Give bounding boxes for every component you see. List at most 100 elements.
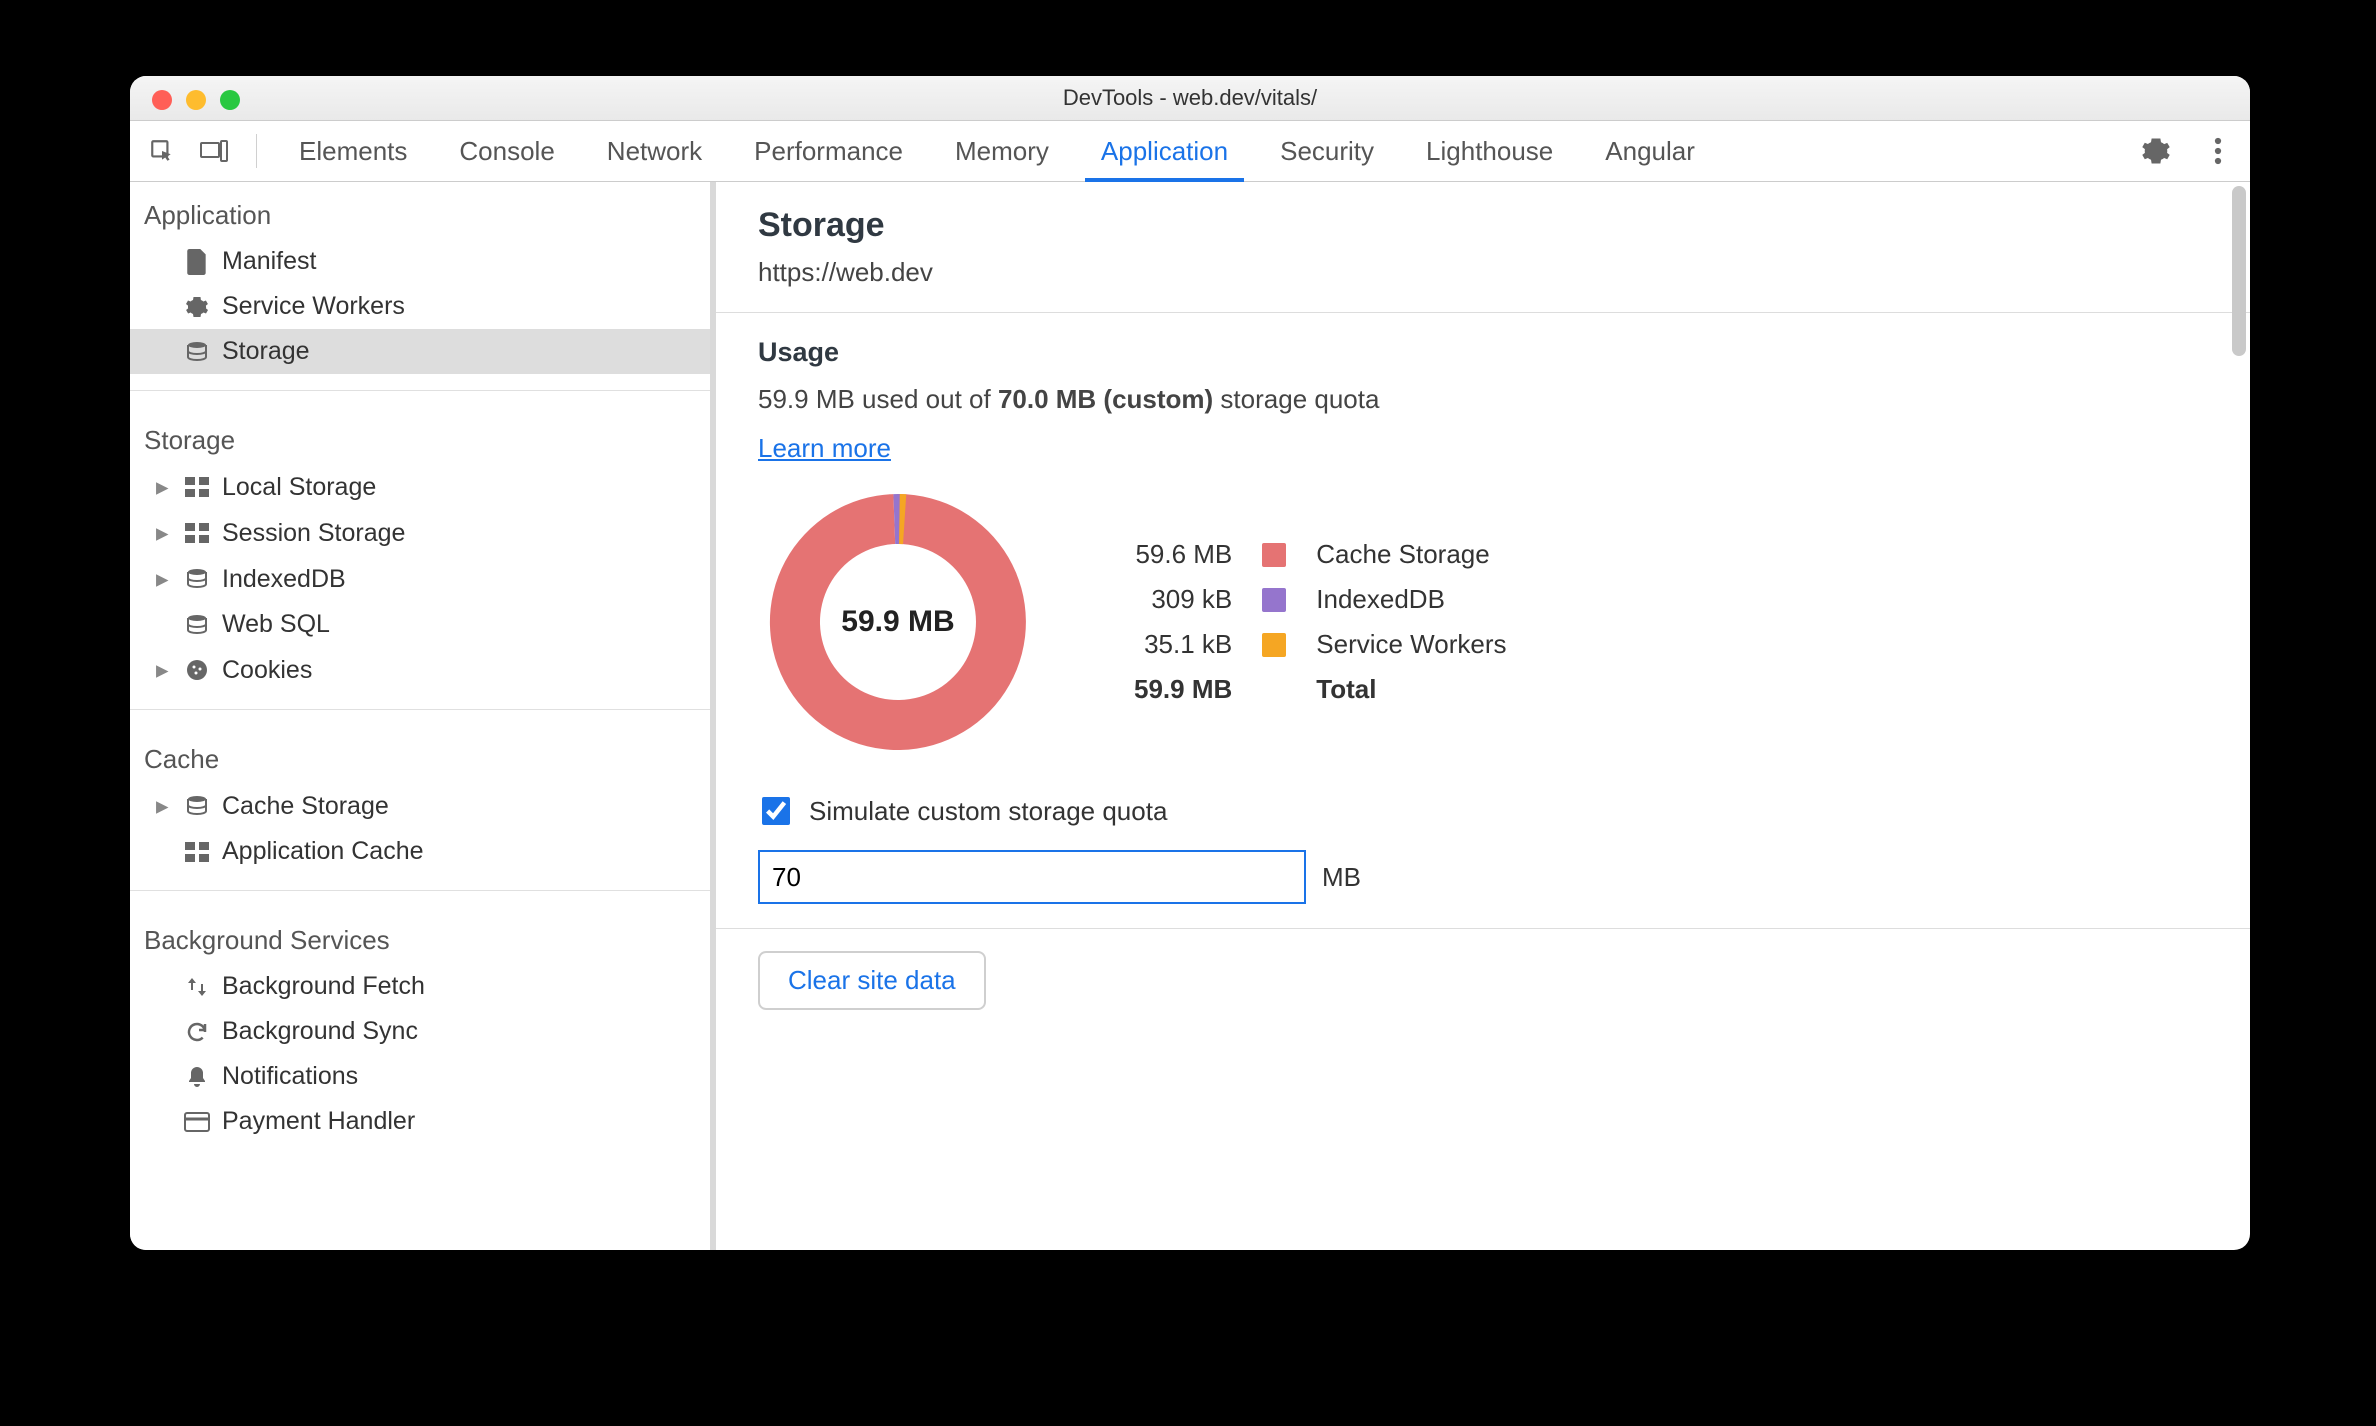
usage-donut-chart: 59.9 MB [758,482,1038,762]
usage-bold: 70.0 MB (custom) [998,384,1213,414]
usage-pre: 59.9 MB used out of [758,384,998,414]
simulate-quota-label: Simulate custom storage quota [809,796,1167,827]
minimize-window-button[interactable] [186,90,206,110]
tab-console[interactable]: Console [437,121,576,181]
learn-more-link[interactable]: Learn more [758,433,891,464]
sidebar-item-web-sql[interactable]: Web SQL [130,602,710,647]
sidebar-item-notifications[interactable]: Notifications [130,1054,710,1099]
legend-size: 59.6 MB [1120,533,1246,576]
expand-arrow-icon: ▸ [156,791,172,821]
devtools-window: DevTools - web.dev/vitals/ ElementsConso… [130,76,2250,1250]
sidebar-group-background-services: Background Services [130,907,710,964]
sidebar-item-label: Storage [222,337,310,366]
sidebar-item-storage[interactable]: Storage [130,329,710,374]
tab-elements[interactable]: Elements [277,121,429,181]
sidebar[interactable]: Application Manifest Service Workers Storag… [130,182,716,1250]
quota-unit: MB [1322,862,1361,893]
sidebar-group-application: Application [130,182,710,239]
tab-performance[interactable]: Performance [732,121,925,181]
sidebar-group-storage: Storage [130,407,710,464]
origin-url: https://web.dev [758,257,2208,288]
zoom-window-button[interactable] [220,90,240,110]
inspect-element-icon[interactable] [140,129,184,173]
panel-tabs: ElementsConsoleNetworkPerformanceMemoryA… [277,121,2126,181]
legend-label: Service Workers [1302,623,1520,666]
device-toolbar-icon[interactable] [192,129,236,173]
legend-row: 59.6 MB Cache Storage [1120,533,1521,576]
grid-icon [184,839,210,865]
sidebar-item-label: Local Storage [222,473,376,502]
window-title: DevTools - web.dev/vitals/ [1063,85,1317,111]
legend-label: IndexedDB [1302,578,1520,621]
usage-text: 59.9 MB used out of 70.0 MB (custom) sto… [758,384,2208,415]
sidebar-item-label: Session Storage [222,519,405,548]
settings-gear-icon[interactable] [2134,129,2178,173]
sidebar-item-label: Background Fetch [222,972,425,1001]
more-options-icon[interactable] [2196,129,2240,173]
donut-center-label: 59.9 MB [758,482,1038,762]
clear-site-data-button[interactable]: Clear site data [758,951,986,1010]
legend-row: 35.1 kBService Workers [1120,623,1521,666]
db-icon [184,566,210,592]
separator [256,134,257,168]
toolbar: ElementsConsoleNetworkPerformanceMemoryA… [130,121,2250,182]
sidebar-item-local-storage[interactable]: ▸ Local Storage [130,464,710,510]
simulate-quota-checkbox[interactable]: Simulate custom storage quota [758,794,2208,828]
sidebar-item-label: Application Cache [222,837,424,866]
close-window-button[interactable] [152,90,172,110]
main-panel: Storage https://web.dev Usage 59.9 MB us… [716,182,2250,1250]
legend-swatch [1248,578,1300,621]
sidebar-item-payment-handler[interactable]: Payment Handler [130,1099,710,1144]
usage-heading: Usage [758,337,2208,368]
db-icon [184,339,210,365]
sidebar-item-label: IndexedDB [222,565,346,594]
legend-row: 309 kB IndexedDB [1120,578,1521,621]
tab-memory[interactable]: Memory [933,121,1071,181]
sidebar-item-label: Web SQL [222,610,330,639]
cookie-icon [184,657,210,683]
sidebar-item-cache-storage[interactable]: ▸Cache Storage [130,783,710,829]
db-icon [184,793,210,819]
grid-icon [184,474,210,500]
sidebar-item-indexeddb[interactable]: ▸IndexedDB [130,556,710,602]
tab-security[interactable]: Security [1258,121,1396,181]
simulate-quota-input[interactable] [762,797,790,825]
updown-icon [184,974,210,1000]
usage-legend: 59.6 MB Cache Storage 309 kB IndexedDB35.1 … [1118,531,1523,713]
legend-total-size: 59.9 MB [1120,668,1246,711]
quota-input[interactable] [758,850,1306,904]
sidebar-group-cache: Cache [130,726,710,783]
sidebar-item-label: Service Workers [222,292,405,321]
sidebar-item-label: Background Sync [222,1017,418,1046]
sidebar-item-background-fetch[interactable]: Background Fetch [130,964,710,1009]
body: ApplicationManifestService WorkersStorag… [130,182,2250,1250]
gear-icon [184,294,210,320]
bell-icon [184,1064,210,1090]
tab-angular[interactable]: Angular [1583,121,1717,181]
sidebar-item-application-cache[interactable]: Application Cache [130,829,710,874]
scrollbar[interactable] [2232,186,2246,356]
traffic-lights [152,90,240,110]
tab-network[interactable]: Network [585,121,724,181]
file-icon [184,249,210,275]
sidebar-item-session-storage[interactable]: ▸Session Storage [130,510,710,556]
sidebar-item-label: Manifest [222,247,316,276]
legend-swatch [1248,623,1300,666]
sidebar-item-cookies[interactable]: ▸ Cookies [130,647,710,693]
tab-application[interactable]: Application [1079,121,1250,181]
sidebar-item-manifest[interactable]: Manifest [130,239,710,284]
legend-label: Cache Storage [1302,533,1520,576]
tab-lighthouse[interactable]: Lighthouse [1404,121,1575,181]
expand-arrow-icon: ▸ [156,472,172,502]
sidebar-item-background-sync[interactable]: Background Sync [130,1009,710,1054]
page-title: Storage [758,206,2208,245]
db-icon [184,612,210,638]
sync-icon [184,1019,210,1045]
legend-swatch [1248,533,1300,576]
expand-arrow-icon: ▸ [156,655,172,685]
grid-icon [184,520,210,546]
legend-size: 309 kB [1120,578,1246,621]
sidebar-item-service-workers[interactable]: Service Workers [130,284,710,329]
card-icon [184,1109,210,1135]
sidebar-item-label: Cookies [222,656,312,685]
